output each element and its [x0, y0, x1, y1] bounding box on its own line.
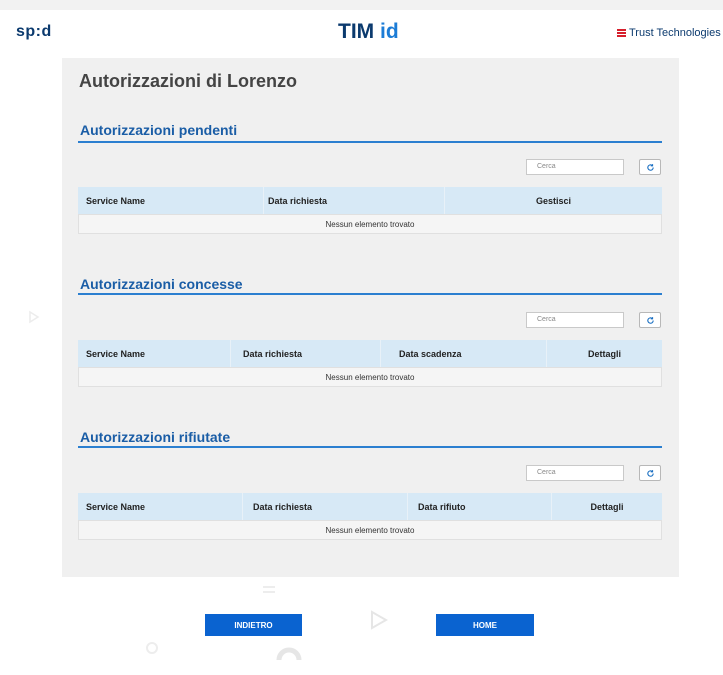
home-button[interactable]: HOME [436, 614, 534, 636]
col-service-name[interactable]: Service Name [78, 493, 243, 520]
section-title-pendenti: Autorizzazioni pendenti [80, 122, 238, 138]
col-service-name[interactable]: Service Name [78, 340, 231, 367]
col-service-name[interactable]: Service Name [78, 187, 264, 214]
col-dettagli: Dettagli [590, 501, 624, 512]
table-empty-row-concesse: Nessun elemento trovato [78, 367, 662, 387]
col-data-richiesta[interactable]: Data richiesta [231, 340, 381, 367]
table-header-concesse: Service Name Data richiesta Data scadenz… [78, 340, 662, 367]
table-header-rifiutate: Service Name Data richiesta Data rifiuto… [78, 493, 662, 520]
section-divider [78, 293, 662, 295]
search-input-concesse[interactable]: Cerca [526, 312, 624, 328]
section-divider [78, 141, 662, 143]
page-title: Autorizzazioni di Lorenzo [79, 71, 297, 91]
col-data-scadenza[interactable]: Data scadenza [381, 340, 547, 367]
refresh-icon [646, 163, 654, 171]
refresh-button-concesse[interactable] [639, 312, 661, 328]
refresh-icon [646, 316, 654, 324]
col-gestisci: Gestisci [535, 195, 572, 206]
back-button[interactable]: INDIETRO [205, 614, 302, 636]
refresh-icon [646, 469, 654, 477]
col-data-richiesta[interactable]: Data richiesta [264, 187, 445, 214]
col-data-richiesta[interactable]: Data richiesta [243, 493, 408, 520]
refresh-button-pendenti[interactable] [639, 159, 661, 175]
section-title-rifiutate: Autorizzazioni rifiutate [80, 429, 231, 445]
section-title-concesse: Autorizzazioni concesse [80, 276, 243, 292]
section-divider [78, 446, 662, 448]
search-input-pendenti[interactable]: Cerca [526, 159, 624, 175]
table-empty-row-pendenti: Nessun elemento trovato [78, 214, 662, 234]
col-dettagli: Dettagli [587, 348, 621, 359]
refresh-button-rifiutate[interactable] [639, 465, 661, 481]
table-header-pendenti: Service Name Data richiesta Gestisci [78, 187, 662, 214]
col-data-rifiuto[interactable]: Data rifiuto [408, 493, 552, 520]
search-input-rifiutate[interactable]: Cerca [526, 465, 624, 481]
table-empty-row-rifiutate: Nessun elemento trovato [78, 520, 662, 540]
